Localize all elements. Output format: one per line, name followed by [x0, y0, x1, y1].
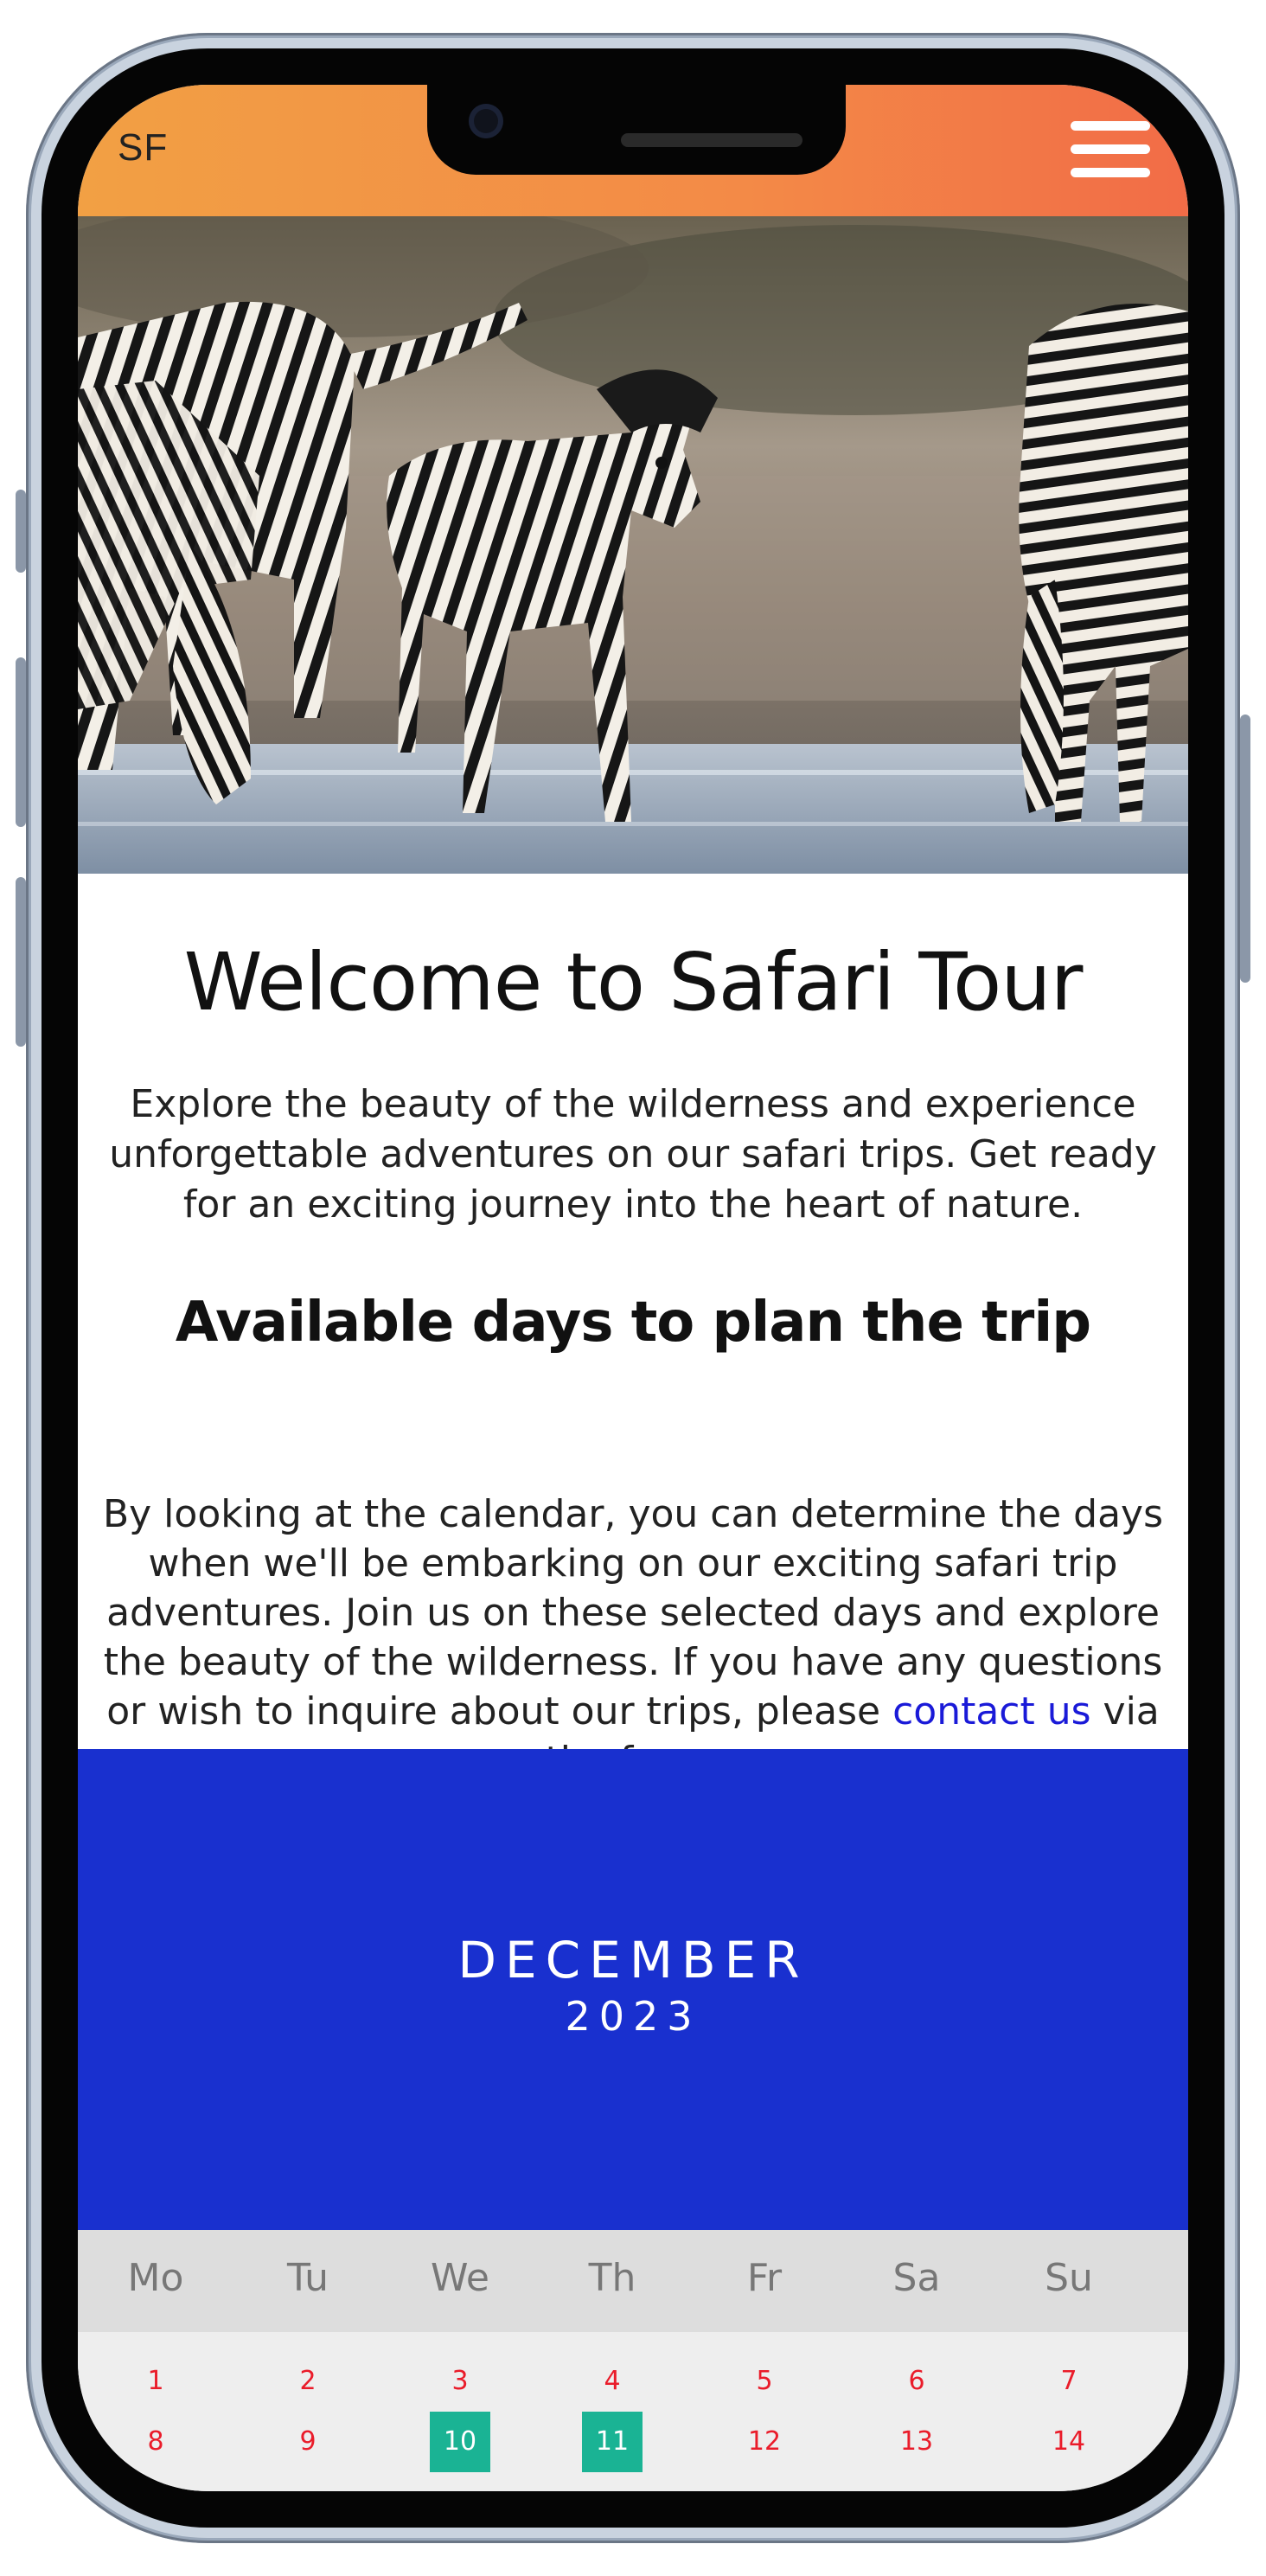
front-camera-icon [469, 104, 503, 138]
calendar-day[interactable]: 2 [278, 2351, 338, 2412]
section-title: Available days to plan the trip [175, 1291, 1091, 1355]
calendar-day[interactable]: 4 [582, 2351, 643, 2412]
weekday-mo: Mo [127, 2256, 184, 2300]
calendar-day[interactable]: 6 [886, 2351, 947, 2412]
page-title: Welcome to Safari Tour [183, 936, 1084, 1028]
weekday-tu: Tu [286, 2256, 329, 2300]
calendar-header: DECEMBER 2023 [78, 1749, 1188, 2230]
contact-us-link[interactable]: contact us [892, 1689, 1090, 1733]
calendar-day[interactable]: 12 [734, 2412, 795, 2472]
volume-up-button [16, 657, 26, 827]
weekday-we: We [431, 2256, 489, 2300]
calendar-day[interactable]: 3 [430, 2351, 490, 2412]
calendar-day[interactable]: 5 [734, 2351, 795, 2412]
phone-screen: SF Welcome to Safari Tour Explore the be… [78, 85, 1188, 2491]
calendar-weekdays: Mo Tu We Th Fr Sa Su [78, 2230, 1188, 2332]
main-content: Welcome to Safari Tour Explore the beaut… [78, 874, 1188, 1783]
calendar-description: By looking at the calendar, you can dete… [83, 1490, 1183, 1785]
calendar-month: DECEMBER [457, 1931, 809, 1990]
weekday-fr: Fr [746, 2256, 783, 2300]
intro-paragraph: Explore the beauty of the wilderness and… [109, 1082, 1157, 1227]
weekday-th: Th [588, 2256, 636, 2300]
calendar-day[interactable]: 9 [278, 2412, 338, 2472]
calendar-day-selected[interactable]: 10 [430, 2412, 490, 2472]
weekday-su: Su [1045, 2256, 1093, 2300]
calendar-year: 2023 [565, 1993, 701, 2040]
calendar-days: 1 2 3 4 5 6 7 8 9 10 11 12 13 14 [78, 2332, 1188, 2491]
weekday-sa: Sa [892, 2256, 941, 2300]
power-button [1240, 714, 1250, 983]
earpiece-speaker [621, 133, 802, 147]
calendar-day[interactable]: 1 [125, 2351, 186, 2412]
mute-switch [16, 490, 26, 573]
calendar-day[interactable]: 8 [125, 2412, 186, 2472]
hamburger-menu-icon[interactable] [1071, 121, 1150, 178]
volume-down-button [16, 877, 26, 1047]
calendar-day[interactable]: 7 [1039, 2351, 1099, 2412]
hero-image [78, 216, 1188, 874]
calendar-day[interactable]: 14 [1039, 2412, 1099, 2472]
calendar-day-selected[interactable]: 11 [582, 2412, 643, 2472]
calendar-day[interactable]: 13 [886, 2412, 947, 2472]
site-logo[interactable]: SF [118, 126, 168, 170]
